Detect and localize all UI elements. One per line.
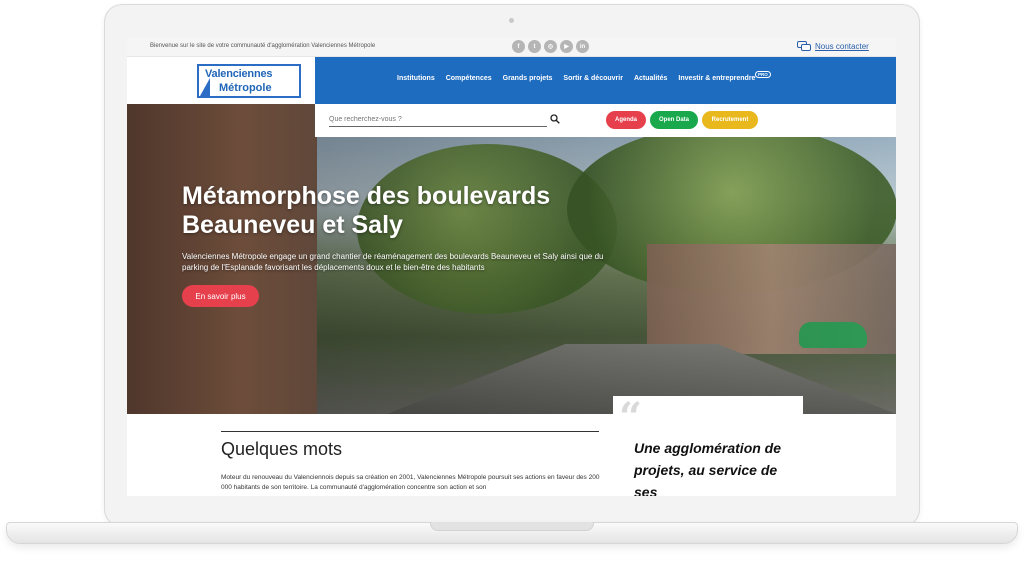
logo-line1: Valenciennes xyxy=(205,68,273,80)
agenda-button[interactable]: Agenda xyxy=(606,111,646,129)
section-title: Quelques mots xyxy=(221,439,343,459)
social-links: f t ◎ ▶ in xyxy=(512,40,589,53)
chat-bubbles-icon xyxy=(797,41,811,51)
quote-text: Une agglomération de projets, au service… xyxy=(634,440,782,496)
hero-banner: Agenda Open Data Recrutement Métamorphos… xyxy=(127,104,896,414)
quote-mark-icon: “ xyxy=(619,394,643,441)
instagram-icon[interactable]: ◎ xyxy=(544,40,557,53)
logo-mark-icon xyxy=(200,78,210,96)
section-divider xyxy=(221,431,599,432)
recrutement-button[interactable]: Recrutement xyxy=(702,111,758,129)
laptop-mockup: Bienvenue sur le site de votre communaut… xyxy=(0,0,1024,565)
contact-link[interactable]: Nous contacter xyxy=(797,41,869,52)
contact-label[interactable]: Nous contacter xyxy=(815,42,869,51)
site-logo[interactable]: Valenciennes Métropole xyxy=(197,64,301,98)
nav-item-grands-projets[interactable]: Grands projets xyxy=(503,75,553,82)
section-text: Moteur du renouveau du Valenciennois dep… xyxy=(221,474,600,491)
quote-box: “ Une agglomération de projets, au servi… xyxy=(613,396,803,496)
logo-area: Valenciennes Métropole xyxy=(127,57,315,104)
nav-item-sortir-decouvrir[interactable]: Sortir & découvrir xyxy=(563,75,623,82)
laptop-notch xyxy=(430,522,594,531)
logo-line2: Métropole xyxy=(219,82,272,94)
open-data-button[interactable]: Open Data xyxy=(650,111,698,129)
camera-dot xyxy=(509,18,514,23)
search-input[interactable] xyxy=(329,112,547,127)
youtube-icon[interactable]: ▶ xyxy=(560,40,573,53)
learn-more-button[interactable]: En savoir plus xyxy=(182,285,259,307)
main-nav: Institutions Compétences Grands projets … xyxy=(315,57,896,104)
hero-title: Métamorphose des boulevards Beauneveu et… xyxy=(182,182,551,239)
welcome-text: Bienvenue sur le site de votre communaut… xyxy=(150,43,376,49)
hero-text: Valenciennes Métropole engage un grand c… xyxy=(182,252,604,272)
pro-badge: PRO xyxy=(755,71,771,78)
twitter-icon[interactable]: t xyxy=(528,40,541,53)
linkedin-icon[interactable]: in xyxy=(576,40,589,53)
search-bar: Agenda Open Data Recrutement xyxy=(315,104,896,137)
top-bar: Bienvenue sur le site de votre communaut… xyxy=(127,37,896,57)
nav-item-investir-entreprendre[interactable]: Investir & entreprendre xyxy=(678,75,755,82)
nav-item-competences[interactable]: Compétences xyxy=(446,75,492,82)
facebook-icon[interactable]: f xyxy=(512,40,525,53)
nav-item-actualites[interactable]: Actualités xyxy=(634,75,667,82)
browser-screen: Bienvenue sur le site de votre communaut… xyxy=(127,37,896,496)
search-icon[interactable] xyxy=(550,114,560,124)
nav-item-institutions[interactable]: Institutions xyxy=(397,75,435,82)
